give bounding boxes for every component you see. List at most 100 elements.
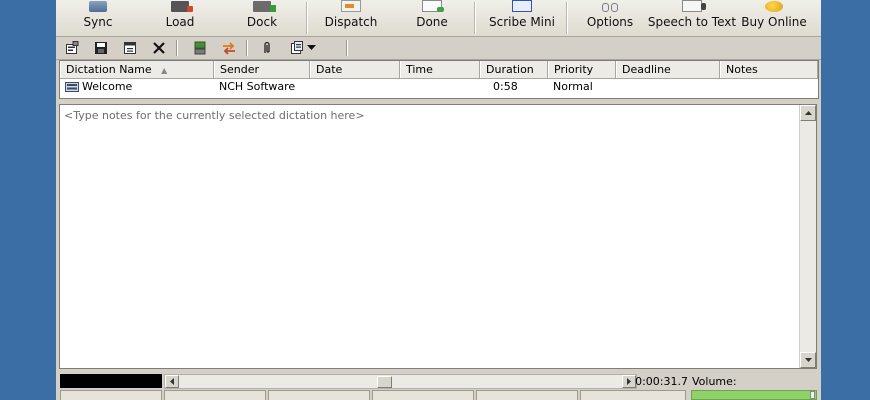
load-icon <box>171 1 193 12</box>
volume-slider-thumb[interactable] <box>810 391 815 399</box>
dictation-list: Dictation Name ▲ Sender Date Time Durati… <box>59 60 819 99</box>
recording-level-meter <box>60 374 162 388</box>
save-button[interactable] <box>92 39 110 57</box>
time-display: 0:00:31.7 <box>635 375 688 388</box>
toolbar-separator <box>474 2 476 34</box>
column-header-duration[interactable]: Duration <box>480 61 548 78</box>
buy-online-button[interactable]: Buy Online <box>740 0 808 36</box>
notes-vertical-scrollbar[interactable] <box>799 105 816 368</box>
toolbar-separator <box>176 40 178 56</box>
column-header-label: Dictation Name <box>66 63 152 76</box>
scroll-up-button[interactable] <box>800 105 816 121</box>
playback-position-slider[interactable] <box>164 374 637 389</box>
toolbar-separator <box>566 2 568 34</box>
left-arrow-icon <box>170 378 174 385</box>
position-left-button[interactable] <box>165 375 179 388</box>
column-header-label: Time <box>406 63 433 76</box>
dock-icon <box>253 1 276 12</box>
load-button[interactable]: Load <box>146 0 214 36</box>
transport-bar: 0:00:31.7 Volume: <box>56 372 821 400</box>
column-header-time[interactable]: Time <box>400 61 480 78</box>
options-icon <box>601 1 619 12</box>
volume-label: Volume: <box>692 375 737 388</box>
toolbar-separator <box>246 40 248 56</box>
column-header-deadline[interactable]: Deadline <box>616 61 720 78</box>
transport-button[interactable] <box>476 390 578 400</box>
convert-button[interactable] <box>191 39 209 57</box>
position-slider-thumb[interactable] <box>377 376 392 388</box>
cell-priority: Normal <box>553 80 593 93</box>
done-icon <box>422 0 444 12</box>
transport-button[interactable] <box>580 390 686 400</box>
dropdown-arrow-icon <box>306 45 316 50</box>
column-header-sender[interactable]: Sender <box>214 61 310 78</box>
dispatch-label: Dispatch <box>324 15 378 29</box>
cell-dictation-name: Welcome <box>60 79 214 95</box>
swap-icon <box>223 42 235 55</box>
scroll-up-arrow-icon <box>804 111 812 115</box>
done-button[interactable]: Done <box>398 0 466 36</box>
column-header-date[interactable]: Date <box>310 61 400 78</box>
delete-icon <box>153 42 165 54</box>
window-icon <box>124 42 136 54</box>
swap-button[interactable] <box>220 39 238 57</box>
column-header-label: Notes <box>726 63 758 76</box>
dock-label: Dock <box>246 15 278 29</box>
properties-button[interactable] <box>63 39 81 57</box>
scribe-mini-label: Scribe Mini <box>489 15 555 29</box>
notes-panel <box>59 104 817 369</box>
notes-textarea[interactable] <box>60 105 799 368</box>
template-icon <box>291 41 303 54</box>
dispatch-button[interactable]: Dispatch <box>312 0 390 36</box>
secondary-toolbar <box>56 37 821 60</box>
transport-button[interactable] <box>60 390 162 400</box>
cell-sender: NCH Software <box>219 80 296 93</box>
options-button[interactable]: Options <box>576 0 644 36</box>
template-button[interactable] <box>288 39 306 57</box>
speech-to-text-icon <box>682 0 706 12</box>
cell-deadline <box>616 79 720 95</box>
column-header-dictation-name[interactable]: Dictation Name ▲ <box>60 61 214 78</box>
scroll-down-arrow-icon <box>804 358 812 362</box>
sync-label: Sync <box>83 15 113 29</box>
toolbar-separator <box>346 40 348 56</box>
attachment-button[interactable] <box>258 39 276 57</box>
dictation-name-text: Welcome <box>82 80 133 93</box>
column-header-notes[interactable]: Notes <box>720 61 818 78</box>
sync-button[interactable]: Sync <box>64 0 132 36</box>
scribe-mini-icon <box>512 0 532 12</box>
window-button[interactable] <box>121 39 139 57</box>
column-header-label: Deadline <box>622 63 671 76</box>
volume-slider[interactable] <box>691 390 817 400</box>
cell-time <box>400 79 480 95</box>
transport-button[interactable] <box>164 390 266 400</box>
scroll-down-button[interactable] <box>800 352 816 368</box>
attachment-icon <box>264 41 270 53</box>
speech-to-text-label: Speech to Text <box>647 15 737 29</box>
cell-date <box>310 79 400 95</box>
toolbar-separator <box>306 2 308 34</box>
properties-icon <box>66 41 79 54</box>
dispatch-icon <box>341 0 361 12</box>
buy-online-icon <box>765 1 783 12</box>
scribe-mini-button[interactable]: Scribe Mini <box>484 0 560 36</box>
buy-online-label: Buy Online <box>741 15 807 29</box>
list-header: Dictation Name ▲ Sender Date Time Durati… <box>60 61 818 79</box>
dictation-file-icon <box>65 82 79 92</box>
table-row[interactable]: Welcome NCH Software 0:58 Normal <box>60 79 818 95</box>
transport-button[interactable] <box>268 390 370 400</box>
column-header-priority[interactable]: Priority <box>548 61 616 78</box>
column-header-label: Priority <box>554 63 594 76</box>
main-toolbar: Sync Load Dock Dispatch Done Scribe Mini… <box>56 0 821 37</box>
app-window: Sync Load Dock Dispatch Done Scribe Mini… <box>56 0 821 400</box>
speech-to-text-button[interactable]: Speech to Text <box>647 0 737 36</box>
dock-button[interactable]: Dock <box>228 0 296 36</box>
delete-button[interactable] <box>150 39 168 57</box>
transport-button[interactable] <box>372 390 474 400</box>
column-header-label: Date <box>316 63 343 76</box>
done-label: Done <box>416 15 448 29</box>
template-dropdown-button[interactable] <box>305 39 317 57</box>
cell-duration: 0:58 <box>493 80 518 93</box>
load-label: Load <box>165 15 195 29</box>
column-header-label: Sender <box>220 63 259 76</box>
